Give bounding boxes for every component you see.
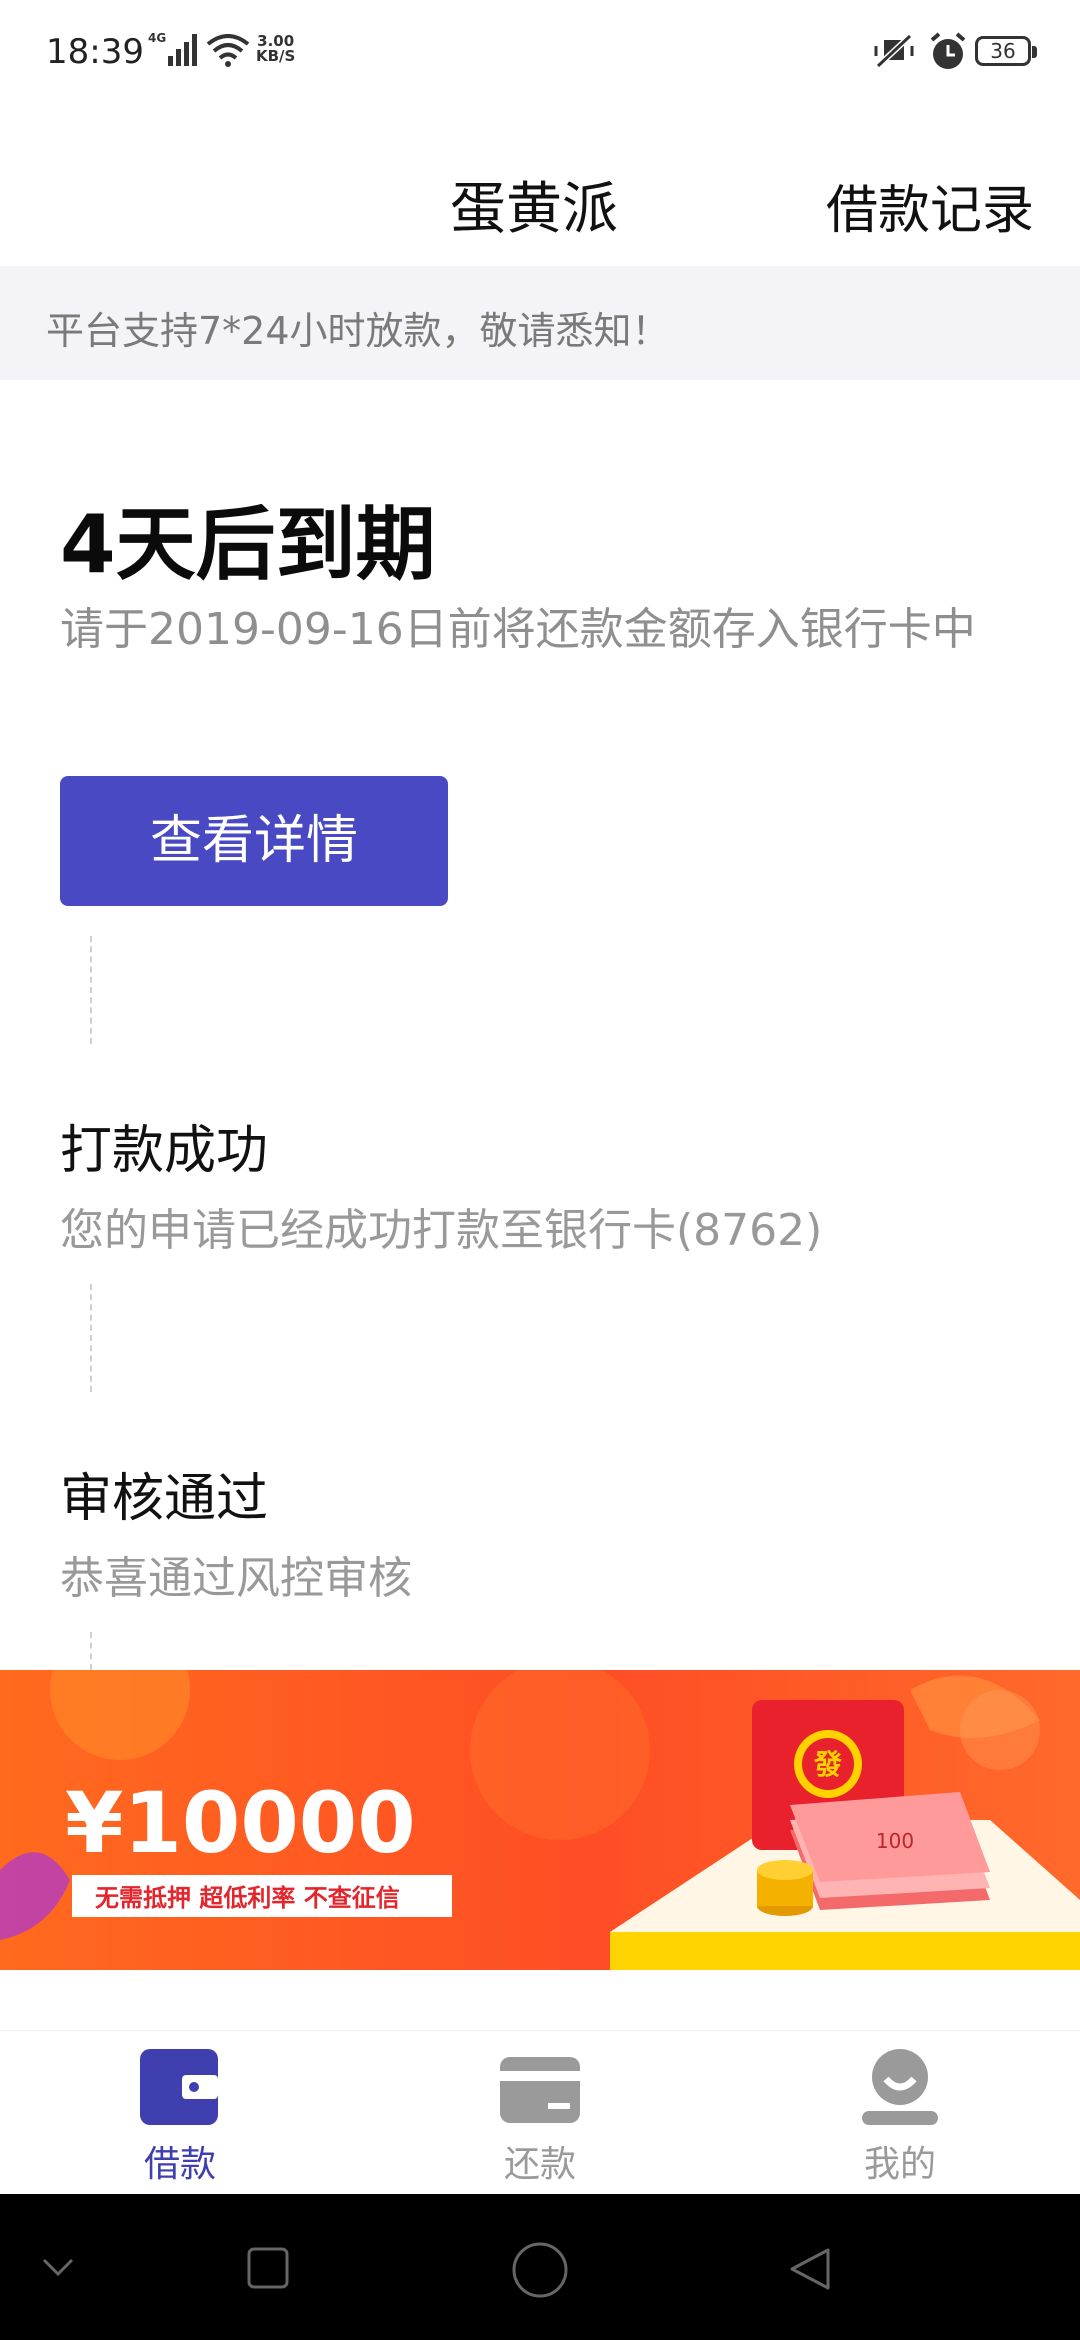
cellular-signal-icon: 4G [148, 30, 200, 74]
battery-indicator: 36 [975, 36, 1037, 66]
timeline-connector [90, 1632, 92, 1670]
timeline-step-desc: 恭喜通过风控审核 [60, 1553, 412, 1604]
profile-icon [860, 2047, 940, 2127]
tab-label: 我的 [863, 2144, 936, 2185]
alarm-icon [928, 32, 968, 76]
envelope-character: 發 [813, 1748, 842, 1781]
tab-label: 还款 [503, 2144, 576, 2185]
due-status-title: 4天后到期 [60, 498, 436, 591]
timeline-step-title: 打款成功 [60, 1121, 269, 1181]
bottom-tab-bar: 借款 还款 我的 [0, 2030, 1080, 2195]
card-icon [500, 2047, 580, 2127]
page-title: 蛋黄派 [450, 177, 618, 242]
timeline-step-desc: 您的申请已经成功打款至银行卡(8762) [60, 1205, 823, 1256]
timeline-connector [90, 936, 92, 1044]
notice-text: 平台支持7*24小时放款，敬请悉知！ [46, 309, 670, 353]
notice-bar: 平台支持7*24小时放款，敬请悉知！ [0, 266, 1080, 380]
chevron-down-icon[interactable] [38, 2246, 78, 2290]
app-header: 蛋黄派 借款记录 [0, 150, 1080, 260]
timeline-connector [90, 1284, 92, 1392]
loan-records-link[interactable]: 借款记录 [826, 168, 1034, 243]
tab-borrow[interactable]: 借款 [0, 2031, 360, 2195]
tab-repay[interactable]: 还款 [360, 2031, 720, 2195]
wallet-icon [140, 2047, 220, 2127]
wifi-icon [206, 34, 250, 72]
vibrate-mute-icon [872, 32, 916, 76]
back-icon[interactable] [784, 2244, 834, 2298]
system-nav-bar [0, 2194, 1080, 2340]
promo-banner[interactable]: 發 100 ¥10000 无需抵押 超低利率 不查征信 [0, 1670, 1080, 1970]
bill-value: 100 [876, 1829, 914, 1853]
status-time: 18:39 [46, 32, 144, 72]
network-type: 4G [148, 31, 166, 45]
network-speed: 3.00 KB/S [256, 34, 295, 64]
due-status-description: 请于2019-09-16日前将还款金额存入银行卡中 [60, 604, 976, 655]
recent-apps-icon[interactable] [246, 2246, 290, 2294]
banner-amount: ¥10000 [65, 1774, 416, 1872]
view-details-button[interactable]: 查看详情 [60, 776, 448, 906]
network-speed-unit: KB/S [256, 47, 296, 65]
banner-tagline: 无需抵押 超低利率 不查征信 [95, 1884, 400, 1912]
timeline-step-title: 审核通过 [60, 1469, 269, 1529]
tab-label: 借款 [143, 2144, 216, 2185]
home-icon[interactable] [510, 2240, 570, 2304]
tab-profile[interactable]: 我的 [720, 2031, 1080, 2195]
status-bar: 18:39 4G 3.00 KB/S 36 [0, 0, 1080, 110]
